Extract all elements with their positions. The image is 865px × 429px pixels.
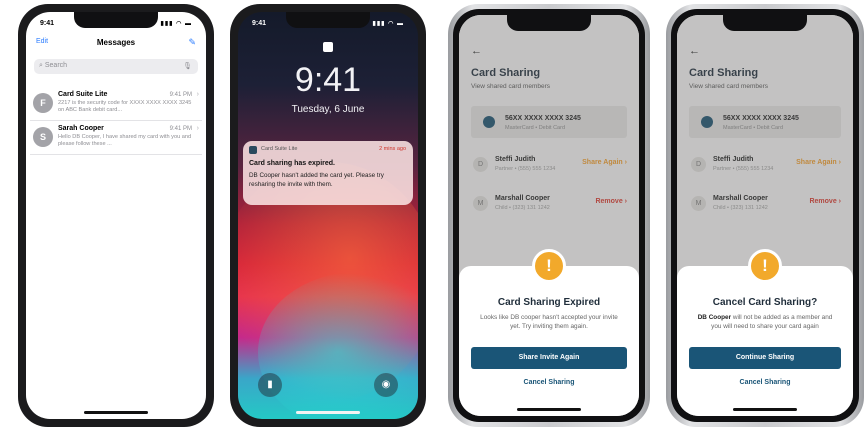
app-icon <box>249 146 257 154</box>
notification-app: Card Suite Lite <box>261 146 298 152</box>
message-thread[interactable]: F Card Suite Lite 9:41 PM › 2217 is the … <box>30 87 202 121</box>
avatar: F <box>33 93 53 113</box>
compose-icon[interactable]: ✎ <box>188 37 196 48</box>
continue-sharing-button[interactable]: Continue Sharing <box>689 347 841 369</box>
search-placeholder: Search <box>44 62 68 69</box>
page-title: Messages <box>96 38 136 47</box>
phone-card-sharing-expired: ← Card Sharing View shared card members … <box>448 4 650 427</box>
thread-time: 9:41 PM <box>169 126 192 132</box>
share-invite-again-button[interactable]: Share Invite Again <box>471 347 627 369</box>
thread-preview: Hello DB Cooper, I have shared my card w… <box>58 134 192 147</box>
sheet-body: Looks like DB cooper hasn't accepted you… <box>480 314 618 330</box>
thread-time: 9:41 PM <box>169 92 192 98</box>
notification-body: DB Cooper hasn't added the card yet. Ple… <box>249 172 384 188</box>
chevron-right-icon: › <box>196 125 199 132</box>
sheet-title: Cancel Card Sharing? <box>712 297 818 308</box>
flashlight-icon[interactable]: ▮ <box>258 373 282 397</box>
bottom-sheet: ! Cancel Card Sharing? DB Cooper will no… <box>677 249 853 416</box>
home-indicator[interactable] <box>517 408 581 411</box>
thread-name: Sarah Cooper <box>58 125 104 132</box>
chevron-right-icon: › <box>196 91 199 98</box>
lock-time: 9:41 <box>294 61 362 99</box>
message-thread[interactable]: S Sarah Cooper 9:41 PM › Hello DB Cooper… <box>30 121 202 155</box>
sheet-title: Card Sharing Expired <box>497 297 601 308</box>
status-icons: ▮▮▮ ◠ ▬ <box>160 20 192 27</box>
lock-icon <box>323 42 333 52</box>
notch <box>723 15 807 31</box>
card-sharing-screen: ← Card Sharing View shared card members … <box>677 15 853 416</box>
sheet-body: DB Cooper will not be added as a member … <box>693 313 837 331</box>
messages-header: Edit Messages ✎ <box>26 37 206 52</box>
mic-icon[interactable]: 🎙 <box>183 62 192 70</box>
thread-preview: 2217 is the security code for XXXX XXXX … <box>58 100 192 113</box>
lock-date: Tuesday, 6 June <box>291 104 365 115</box>
search-input[interactable]: ⌕ Search 🎙 <box>34 59 198 74</box>
phone-lockscreen: 9:41 ▮▮▮ ◠ ▬ 9:41 Tuesday, 6 June Card S… <box>230 4 426 427</box>
avatar: S <box>33 127 53 147</box>
camera-icon[interactable]: ◉ <box>374 373 398 397</box>
card-sharing-screen: ← Card Sharing View shared card members … <box>459 15 639 416</box>
lock-screen: 9:41 ▮▮▮ ◠ ▬ 9:41 Tuesday, 6 June Card S… <box>238 12 418 419</box>
warning-icon: ! <box>748 249 782 283</box>
notification-time: 2 mins ago <box>379 146 406 152</box>
home-indicator[interactable] <box>84 411 148 414</box>
status-time: 9:41 <box>252 19 267 27</box>
notification-title: Card sharing has expired. <box>249 160 335 167</box>
phone-messages: 9:41 ▮▮▮ ◠ ▬ Edit Messages ✎ ⌕ Search 🎙 … <box>18 4 214 427</box>
messages-screen: 9:41 ▮▮▮ ◠ ▬ Edit Messages ✎ ⌕ Search 🎙 … <box>26 12 206 419</box>
status-icons: ▮▮▮ ◠ ▬ <box>372 20 404 27</box>
home-indicator[interactable] <box>733 408 797 411</box>
home-indicator[interactable] <box>296 411 360 414</box>
notification[interactable]: Card Suite Lite 2 mins ago Card sharing … <box>243 141 413 205</box>
bottom-sheet: ! Card Sharing Expired Looks like DB coo… <box>459 249 639 416</box>
notch <box>286 12 370 28</box>
thread-name: Card Suite Lite <box>58 91 108 98</box>
cancel-sharing-link[interactable]: Cancel Sharing <box>459 379 639 386</box>
cancel-sharing-link[interactable]: Cancel Sharing <box>677 379 853 386</box>
status-time: 9:41 <box>40 19 55 27</box>
member-name-bold: DB Cooper <box>697 314 732 321</box>
warning-icon: ! <box>532 249 566 283</box>
notch <box>507 15 591 31</box>
notch <box>74 12 158 28</box>
phone-cancel-card-sharing: ← Card Sharing View shared card members … <box>666 4 864 427</box>
